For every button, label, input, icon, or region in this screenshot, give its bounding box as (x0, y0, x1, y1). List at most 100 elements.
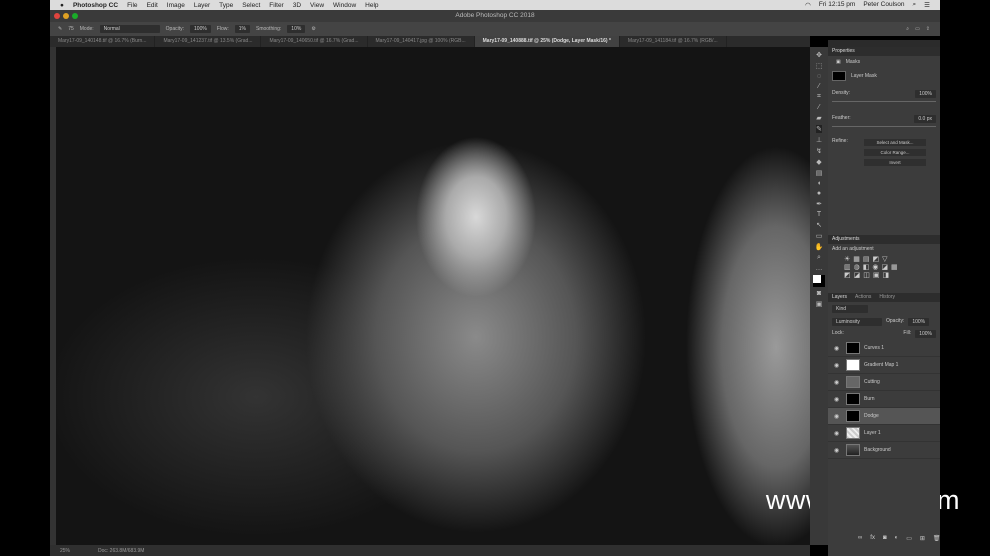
menu-file[interactable]: File (127, 2, 137, 9)
mode-select[interactable]: Normal (99, 25, 160, 33)
menu-layer[interactable]: Layer (194, 2, 210, 9)
zoom-level[interactable]: 25% (60, 548, 70, 554)
path-select-icon[interactable]: ↖ (816, 221, 822, 229)
menu-view[interactable]: View (310, 2, 324, 9)
layer-row[interactable]: ◉ Dodge (828, 408, 940, 425)
pen-tool-icon[interactable]: ✒ (816, 200, 822, 208)
zoom-tool-icon[interactable]: ⌕ (817, 254, 821, 262)
density-field[interactable]: 100% (915, 90, 936, 98)
history-brush-icon[interactable]: ↯ (816, 147, 822, 155)
dodge-tool-icon[interactable]: ● (817, 190, 821, 197)
fx-icon[interactable]: fx (870, 535, 875, 542)
history-tab[interactable]: History (879, 293, 895, 302)
new-group-icon[interactable]: ▭ (906, 535, 912, 542)
layer-row[interactable]: ◉ Burn (828, 391, 940, 408)
density-slider[interactable] (832, 101, 936, 102)
move-tool-icon[interactable]: ✥ (816, 51, 822, 59)
menu-image[interactable]: Image (167, 2, 185, 9)
gradient-tool-icon[interactable]: ▤ (816, 169, 823, 177)
link-icon[interactable]: ∞ (858, 535, 862, 542)
color-swatches[interactable] (813, 275, 825, 287)
quick-mask-icon[interactable]: ◙ (817, 290, 821, 297)
quick-select-tool-icon[interactable]: ⁄ (818, 83, 819, 90)
layer-row[interactable]: ◉ Gradient Map 1 (828, 357, 940, 374)
document-tab[interactable]: Mary17-09_140650.tif @ 16.7% (Grad... (261, 36, 368, 47)
add-mask-icon[interactable]: ◙ (883, 535, 887, 542)
wifi-icon[interactable]: ◠ (805, 1, 811, 9)
menu-select[interactable]: Select (242, 2, 260, 9)
menu-edit[interactable]: Edit (147, 2, 158, 9)
color-range-button[interactable]: Color Range... (864, 149, 926, 156)
flow-field[interactable]: 1% (234, 25, 250, 33)
layer-row[interactable]: ◉ Curves 1 (828, 340, 940, 357)
adjustments-tab[interactable]: Adjustments (832, 235, 860, 244)
fill-field[interactable]: 100% (915, 330, 936, 338)
actions-tab[interactable]: Actions (855, 293, 871, 302)
clock[interactable]: Fri 12:15 pm (819, 1, 856, 9)
share-icon[interactable]: ⇪ (926, 26, 930, 32)
close-button[interactable] (54, 13, 60, 19)
eye-icon[interactable]: ◉ (834, 396, 842, 403)
search-icon[interactable]: ⌕ (906, 26, 909, 32)
eraser-tool-icon[interactable]: ◆ (816, 158, 821, 166)
minimize-button[interactable] (63, 13, 69, 19)
properties-tab[interactable]: Properties (832, 47, 855, 56)
shape-tool-icon[interactable]: ▭ (816, 232, 823, 240)
blend-mode-select[interactable]: Luminosity (832, 318, 882, 326)
document-tab[interactable]: Mary17-09_141184.tif @ 16.7% (RGB/... (620, 36, 727, 47)
eye-icon[interactable]: ◉ (834, 362, 842, 369)
menu-type[interactable]: Type (219, 2, 233, 9)
lasso-tool-icon[interactable]: ◌ (817, 73, 821, 80)
smoothing-field[interactable]: 10% (287, 25, 306, 33)
eye-icon[interactable]: ◉ (834, 430, 842, 437)
stamp-tool-icon[interactable]: ⊥ (816, 136, 822, 144)
menu-3d[interactable]: 3D (293, 2, 301, 9)
document-tab[interactable]: Mary17-09_140417.jpg @ 100% (RGB... (368, 36, 475, 47)
document-tab[interactable]: Mary17-09_140148.tif @ 16.7% (Burn... (50, 36, 156, 47)
brush-size[interactable]: 75 (68, 26, 74, 32)
new-adjustment-icon[interactable]: ◐ (895, 535, 899, 542)
eye-icon[interactable]: ◉ (834, 345, 842, 352)
menu-app[interactable]: Photoshop CC (73, 2, 118, 9)
menu-window[interactable]: Window (333, 2, 356, 9)
trash-icon[interactable]: 🗑 (933, 535, 941, 542)
layer-row[interactable]: ◉ Background (828, 442, 940, 459)
layers-tab[interactable]: Layers (832, 293, 847, 302)
user-name[interactable]: Peter Coulson (863, 1, 904, 9)
notifications-icon[interactable]: ☰ (924, 1, 930, 9)
blur-tool-icon[interactable]: ◖ (817, 180, 821, 187)
marquee-tool-icon[interactable]: ⬚ (816, 62, 823, 70)
canvas-image[interactable] (56, 47, 810, 545)
screen-mode-icon[interactable]: ▣ (816, 300, 823, 308)
brush-tool-icon[interactable]: ✎ (58, 26, 62, 32)
layer-row[interactable]: ◉ Cutting (828, 374, 940, 391)
feather-slider[interactable] (832, 126, 936, 127)
more-tools-icon[interactable]: … (816, 265, 823, 272)
new-layer-icon[interactable]: ⊞ (920, 535, 925, 542)
apple-icon[interactable]: ● (60, 2, 64, 9)
zoom-button[interactable] (72, 13, 78, 19)
doc-size[interactable]: Doc: 263.8M/683.9M (98, 548, 144, 554)
invert-button[interactable]: Invert (864, 159, 926, 166)
adjustment-icons[interactable]: ☀▦▤◩▽ ▥◍◧◉◪▦ ◩◪◫▣◨ (828, 254, 940, 280)
type-tool-icon[interactable]: T (817, 211, 821, 218)
eyedropper-tool-icon[interactable]: ⁄ (818, 104, 819, 111)
opacity-field[interactable]: 100% (190, 25, 211, 33)
feather-field[interactable]: 0.0 px (914, 115, 936, 123)
menu-help[interactable]: Help (365, 2, 378, 9)
document-tab[interactable]: Mary17-09_141237.tif @ 13.5% (Grad... (155, 36, 262, 47)
gear-icon[interactable]: ⚙ (311, 26, 315, 32)
layer-row[interactable]: ◉ Layer 1 (828, 425, 940, 442)
crop-tool-icon[interactable]: ⌗ (817, 93, 821, 101)
spotlight-icon[interactable]: ⌕ (913, 1, 917, 9)
pixel-mask-icon[interactable]: ▣ (836, 59, 841, 65)
workspace-icon[interactable]: ▭ (915, 26, 920, 32)
healing-tool-icon[interactable]: ▰ (816, 114, 821, 122)
eye-icon[interactable]: ◉ (834, 447, 842, 454)
menu-filter[interactable]: Filter (269, 2, 283, 9)
brush-tool-icon[interactable]: ✎ (816, 125, 822, 133)
eye-icon[interactable]: ◉ (834, 413, 842, 420)
hand-tool-icon[interactable]: ✋ (815, 243, 824, 251)
document-tab[interactable]: Mary17-09_140888.tif @ 25% (Dodge, Layer… (474, 36, 620, 47)
eye-icon[interactable]: ◉ (834, 379, 842, 386)
